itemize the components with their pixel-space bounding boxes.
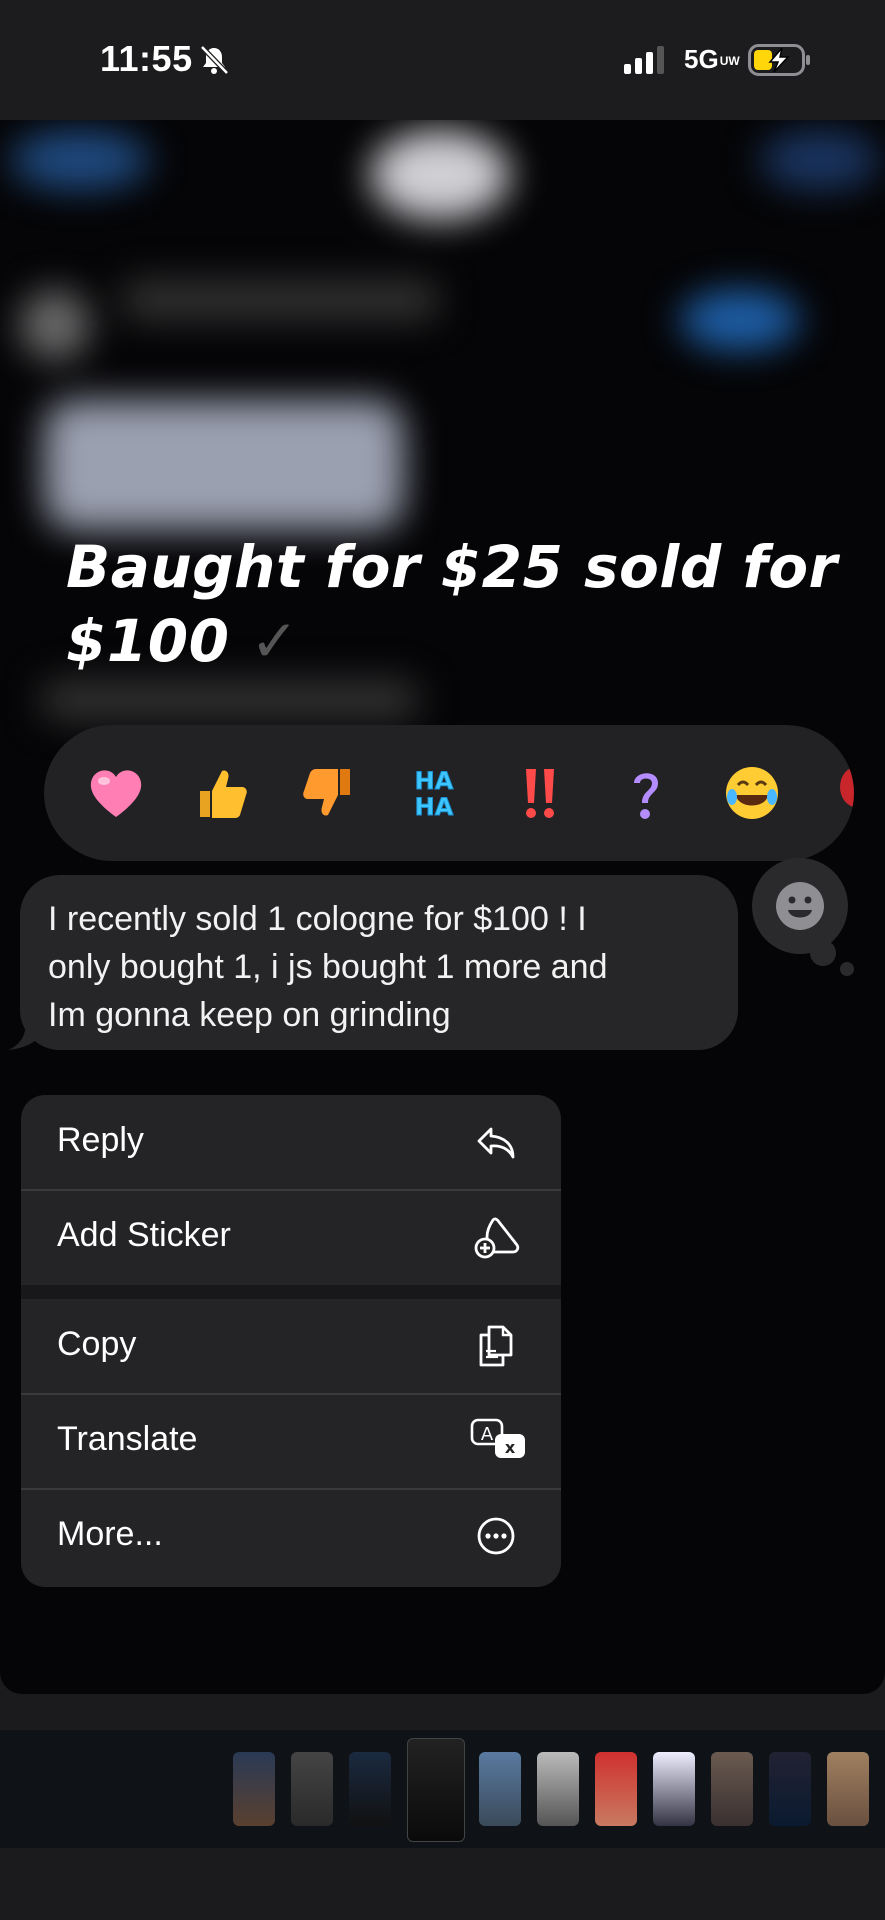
thumbnail[interactable] [769, 1752, 811, 1826]
thumbnail[interactable] [291, 1752, 333, 1826]
menu-item-label: Copy [57, 1325, 137, 1363]
haha-text-bottom: HA [415, 793, 454, 821]
thumbnail[interactable] [711, 1752, 753, 1826]
smiley-face-icon [776, 882, 824, 930]
svg-text:A: A [481, 1424, 494, 1445]
more-ellipsis-icon [477, 1517, 515, 1555]
exclamation-reaction-icon[interactable] [508, 761, 572, 825]
add-sticker-icon [474, 1217, 520, 1259]
thumbnail-active[interactable] [407, 1738, 465, 1842]
question-reaction-icon[interactable] [614, 761, 678, 825]
thumbs-up-reaction-icon[interactable] [190, 761, 254, 825]
tapback-reaction-bar: HA HA [44, 725, 854, 861]
network-label: 5GUW [684, 44, 740, 75]
thumbnail[interactable] [349, 1752, 391, 1826]
thumbnail[interactable] [537, 1752, 579, 1826]
battery-charging-icon [748, 44, 810, 76]
thumbnail[interactable] [827, 1752, 869, 1826]
network-type: 5G [684, 44, 719, 74]
status-bar: 11:55 5GUW [0, 0, 885, 120]
message-line-1: I recently sold 1 cologne for $100 ! I [48, 900, 587, 938]
message-bubble[interactable]: I recently sold 1 cologne for $100 ! I o… [20, 875, 738, 1050]
thumbnail[interactable] [479, 1752, 521, 1826]
copy-icon [479, 1325, 513, 1367]
menu-item-reply[interactable]: Reply [21, 1095, 561, 1190]
laughing-face-reaction-icon[interactable] [720, 761, 784, 825]
menu-item-label: Reply [57, 1121, 144, 1159]
context-menu: Reply Add Sticker Copy Translate A x Mor… [21, 1095, 561, 1587]
translate-icon: A x [470, 1418, 525, 1458]
bell-slash-icon [200, 45, 229, 75]
add-sticker-reaction-button[interactable] [752, 858, 848, 954]
menu-item-more[interactable]: More... [21, 1489, 561, 1584]
thumbnail[interactable] [653, 1752, 695, 1826]
message-line-2: only bought 1, i js bought 1 more and [48, 948, 608, 986]
menu-item-label: More... [57, 1515, 163, 1553]
status-time: 11:55 [100, 38, 193, 79]
caption-amount: $100 [66, 607, 230, 675]
sticker-bubble-tail [810, 940, 836, 966]
caption-line-1: Baught for $25 sold for [66, 533, 838, 601]
svg-text:x: x [505, 1438, 516, 1457]
thumbnail[interactable] [595, 1752, 637, 1826]
haha-reaction-icon[interactable]: HA HA [402, 761, 466, 825]
sticker-bubble-tail-dot [840, 962, 854, 976]
caption-line-2: $100 ✓ [66, 604, 866, 678]
haha-text-top: HA [415, 767, 454, 795]
thumbnail-strip [0, 1730, 885, 1848]
menu-item-translate[interactable]: Translate A x [21, 1394, 561, 1489]
menu-item-label: Translate [57, 1420, 198, 1458]
thumbnail[interactable] [233, 1752, 275, 1826]
menu-item-add-sticker[interactable]: Add Sticker [21, 1190, 561, 1285]
menu-group-gap [21, 1285, 561, 1299]
menu-item-label: Add Sticker [57, 1216, 231, 1254]
checkmark-icon: ✓ [250, 607, 300, 675]
overlay-caption: Baught for $25 sold for $100 ✓ [66, 530, 866, 678]
heart-reaction-icon[interactable] [84, 761, 148, 825]
balloon-reaction-icon[interactable] [826, 761, 854, 825]
reply-arrow-icon [477, 1127, 515, 1159]
menu-item-copy[interactable]: Copy [21, 1299, 561, 1394]
network-sub: UW [719, 53, 740, 68]
thumbs-down-reaction-icon[interactable] [296, 761, 360, 825]
message-line-3: Im gonna keep on grinding [48, 996, 451, 1034]
cellular-signal-icon [624, 46, 664, 74]
